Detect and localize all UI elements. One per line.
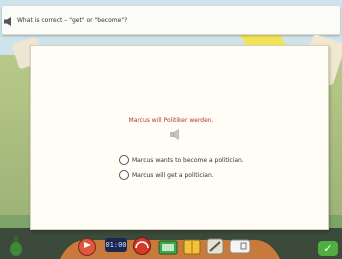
folder-icon[interactable] — [158, 238, 178, 255]
question-speaker-icon[interactable] — [4, 17, 15, 26]
radio-button[interactable] — [119, 170, 129, 180]
timer-display: 01:00 — [105, 238, 127, 252]
flag-icon[interactable] — [77, 238, 97, 256]
pencil-icon[interactable] — [206, 238, 224, 255]
radio-button[interactable] — [119, 155, 129, 165]
exercise-prompt: Marcus will Politiker werden. — [128, 117, 214, 124]
answer-option-2[interactable]: Marcus will get a politician. — [119, 170, 214, 180]
prompt-speaker-icon[interactable] — [170, 129, 183, 140]
answer-option-1[interactable]: Marcus wants to become a politician. — [119, 155, 244, 165]
card-icon[interactable] — [229, 239, 251, 254]
answer-option-label: Marcus wants to become a politician. — [132, 156, 244, 164]
check-button[interactable]: ✓ — [318, 241, 338, 256]
bottle-icon — [10, 236, 22, 256]
answer-option-label: Marcus will get a politician. — [132, 171, 214, 179]
speed-gauge-icon[interactable] — [132, 237, 152, 255]
checkmark-icon: ✓ — [323, 242, 333, 255]
book-icon[interactable] — [183, 238, 201, 255]
question-text: What is correct – "get" or "become"? — [17, 17, 128, 24]
